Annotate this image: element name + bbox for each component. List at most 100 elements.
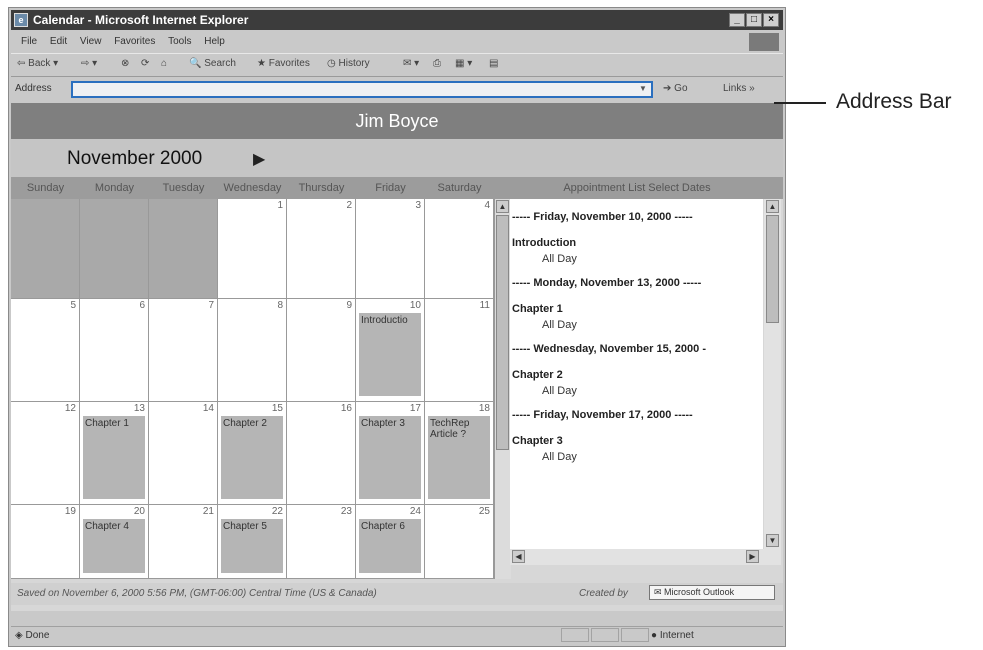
appointment-hscrollbar[interactable]: ◀ ▶	[510, 549, 781, 565]
calendar-day-cell[interactable]: 7	[149, 299, 218, 402]
scroll-up-icon[interactable]: ▲	[766, 200, 779, 213]
minimize-button[interactable]: _	[729, 13, 745, 27]
calendar-day-cell[interactable]: 15 Chapter 2	[218, 402, 287, 505]
mail-icon[interactable]: ✉ ▾	[403, 58, 419, 69]
calendar-day-cell[interactable]: 22 Chapter 5	[218, 505, 287, 579]
calendar-day-cell[interactable]: 5	[11, 299, 80, 402]
status-panel	[621, 628, 649, 642]
appointment-vscrollbar[interactable]: ▲ ▼	[764, 199, 781, 549]
history-button[interactable]: ◷ History	[327, 58, 370, 69]
menu-tools[interactable]: Tools	[168, 36, 191, 47]
links-button[interactable]: Links »	[723, 83, 755, 94]
menu-edit[interactable]: Edit	[50, 36, 67, 47]
calendar-day-cell[interactable]: 14	[149, 402, 218, 505]
calendar-day-cell[interactable]: 3	[356, 199, 425, 299]
menu-favorites[interactable]: Favorites	[114, 36, 155, 47]
scroll-left-icon[interactable]: ◀	[512, 550, 525, 563]
search-button[interactable]: 🔍 Search	[189, 58, 236, 69]
discuss-icon[interactable]: ▤	[489, 58, 498, 69]
appointment-time: All Day	[542, 385, 577, 397]
calendar-day-cell[interactable]: 4	[425, 199, 494, 299]
scroll-right-icon[interactable]: ▶	[746, 550, 759, 563]
appointment-time: All Day	[542, 253, 577, 265]
calendar-day-cell[interactable]: 21	[149, 505, 218, 579]
day-number: 20	[133, 506, 145, 517]
edit-icon[interactable]: ▦ ▾	[455, 58, 472, 69]
scroll-down-icon[interactable]: ▼	[766, 534, 779, 547]
appointment-date-heading: ----- Friday, November 17, 2000 -----	[512, 409, 693, 421]
calendar-event[interactable]: Chapter 3	[359, 416, 421, 499]
calendar-day-cell[interactable]: 18 TechRep Article ?	[425, 402, 494, 505]
menu-view[interactable]: View	[80, 36, 102, 47]
go-button[interactable]: ➔ Go	[663, 83, 688, 94]
calendar-grid: 1 2 3 4 5 6 7 8 9 10 Introductio 11 12 13 Chapter 1 14 1…	[11, 199, 494, 579]
calendar-event[interactable]: TechRep Article ?	[428, 416, 490, 499]
calendar-event[interactable]: Chapter 1	[83, 416, 145, 499]
appointment-title[interactable]: Chapter 1	[512, 303, 763, 315]
calendar-day-cell[interactable]: 20 Chapter 4	[80, 505, 149, 579]
scroll-thumb[interactable]	[766, 215, 779, 323]
next-month-icon[interactable]: ▶	[253, 149, 265, 169]
status-bar: ◈ Done ● Internet	[11, 626, 783, 645]
appointment-list-header: Appointment List Select Dates	[563, 182, 711, 194]
home-icon[interactable]: ⌂	[161, 58, 167, 69]
day-number: 12	[64, 403, 76, 414]
security-zone: ● Internet	[651, 630, 694, 641]
appointment-time: All Day	[542, 451, 577, 463]
calendar-day-cell[interactable]: 1	[218, 199, 287, 299]
menu-help[interactable]: Help	[204, 36, 225, 47]
calendar-day-cell[interactable]: 9	[287, 299, 356, 402]
calendar-day-cell[interactable]: 24 Chapter 6	[356, 505, 425, 579]
calendar-day-cell[interactable]: 6	[80, 299, 149, 402]
zone-label: Internet	[659, 630, 694, 641]
day-number: 18	[478, 403, 490, 414]
maximize-button[interactable]: □	[746, 13, 762, 27]
stop-icon[interactable]: ⊗	[121, 58, 129, 69]
calendar-day-cell[interactable]: 12	[11, 402, 80, 505]
outlook-badge[interactable]: ✉ Microsoft Outlook	[649, 585, 775, 600]
appointment-title[interactable]: Chapter 2	[512, 369, 763, 381]
day-number: 25	[478, 506, 490, 517]
calendar-day-cell[interactable]: 2	[287, 199, 356, 299]
scroll-thumb[interactable]	[496, 215, 509, 450]
calendar-event[interactable]: Introductio	[359, 313, 421, 396]
calendar-day-cell[interactable]: 13 Chapter 1	[80, 402, 149, 505]
calendar-event[interactable]: Chapter 6	[359, 519, 421, 573]
forward-button[interactable]: ⇨ ▾	[81, 58, 97, 69]
appointment-title[interactable]: Introduction	[512, 237, 763, 249]
day-number: 10	[409, 300, 421, 311]
print-icon[interactable]: ⎙	[433, 58, 441, 69]
calendar-day-cell[interactable]: 8	[218, 299, 287, 402]
calendar-day-cell[interactable]: 16	[287, 402, 356, 505]
calendar-day-cell[interactable]: 17 Chapter 3	[356, 402, 425, 505]
day-number: 16	[340, 403, 352, 414]
calendar-day-cell[interactable]: 23	[287, 505, 356, 579]
chevron-down-icon[interactable]: ▼	[637, 84, 649, 95]
calendar-day-cell[interactable]: 10 Introductio	[356, 299, 425, 402]
favorites-button[interactable]: ★ Favorites	[257, 58, 310, 69]
calendar-owner-banner: Jim Boyce	[11, 103, 783, 139]
calendar-day-cell[interactable]: 25	[425, 505, 494, 579]
day-number: 6	[139, 300, 145, 311]
back-button[interactable]: ⇦ Back ▾	[17, 58, 58, 69]
scroll-up-icon[interactable]: ▲	[496, 200, 509, 213]
calendar-event[interactable]: Chapter 5	[221, 519, 283, 573]
close-button[interactable]: ×	[763, 13, 779, 27]
menu-file[interactable]: File	[21, 36, 37, 47]
calendar-event[interactable]: Chapter 2	[221, 416, 283, 499]
day-number: 22	[271, 506, 283, 517]
calendar-event[interactable]: Chapter 4	[83, 519, 145, 573]
refresh-icon[interactable]: ⟳	[141, 58, 149, 69]
appointment-date-heading: ----- Wednesday, November 15, 2000 -	[512, 343, 706, 355]
links-label: Links	[723, 83, 747, 94]
appointment-title[interactable]: Chapter 3	[512, 435, 763, 447]
calendar-scrollbar[interactable]: ▲	[494, 199, 511, 579]
address-input[interactable]: ▼	[71, 81, 653, 98]
calendar-day-cell[interactable]: 19	[11, 505, 80, 579]
day-header: Sunday	[26, 182, 65, 194]
month-row: November 2000 ▶	[11, 139, 783, 177]
saved-timestamp: Saved on November 6, 2000 5:56 PM, (GMT-…	[17, 588, 377, 599]
calendar-day-cell[interactable]: 11	[425, 299, 494, 402]
back-label: Back	[28, 58, 51, 69]
menu-bar: File Edit View Favorites Tools Help	[11, 32, 783, 52]
